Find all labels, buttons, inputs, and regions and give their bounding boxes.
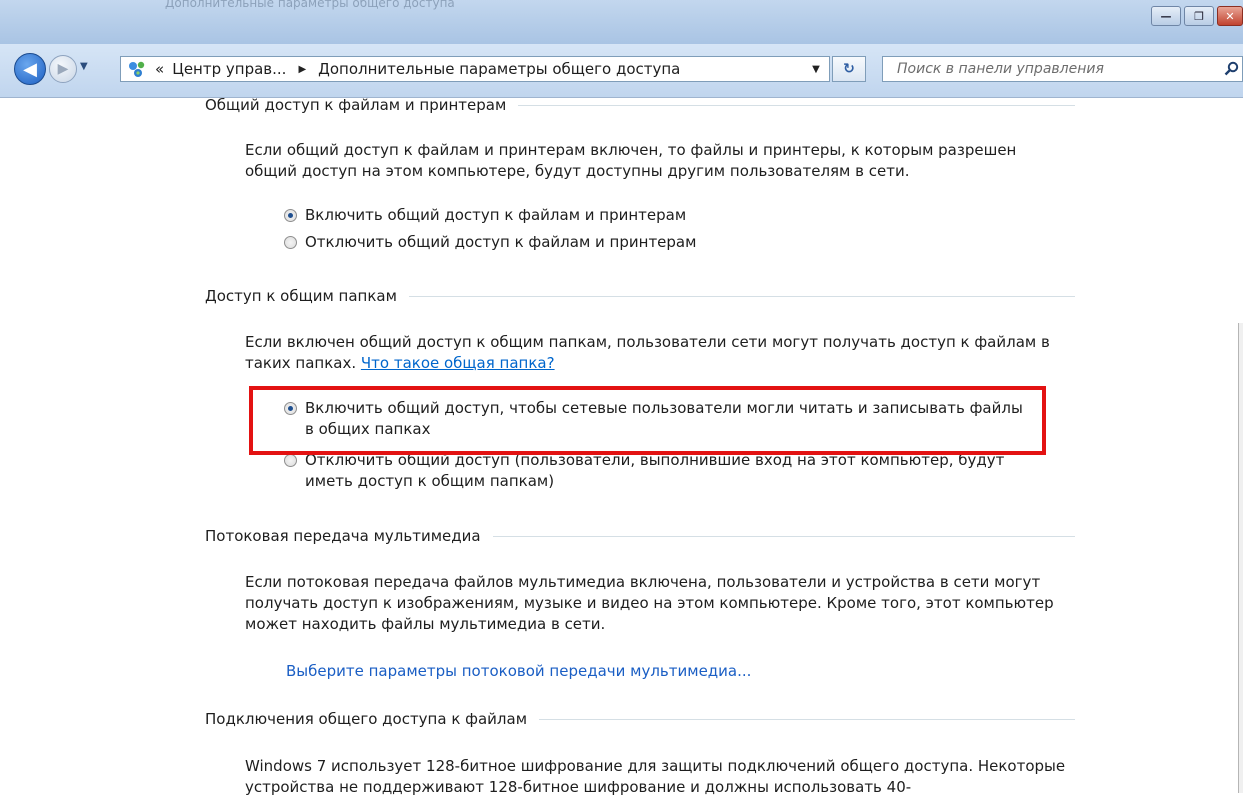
navigation-bar: ◀ ▶ ▼ « Центр управ... ▶ Дополнительные … <box>0 44 1243 98</box>
network-icon <box>127 59 147 79</box>
section-media-streaming: Потоковая передача мультимедиа <box>205 527 1075 545</box>
section-file-printer-sharing: Общий доступ к файлам и принтерам <box>205 96 1075 114</box>
section-public-folder-sharing: Доступ к общим папкам <box>205 287 1075 305</box>
window-controls: — ❐ ✕ <box>1151 6 1243 26</box>
radio-button[interactable] <box>284 454 297 467</box>
section-title: Потоковая передача мультимедиа <box>205 527 481 545</box>
minimize-button[interactable]: — <box>1151 6 1181 26</box>
refresh-button[interactable]: ↻ <box>832 56 866 82</box>
back-button[interactable]: ◀ <box>14 53 46 85</box>
breadcrumb-control-center[interactable]: Центр управ... <box>172 60 286 78</box>
media-streaming-options-link[interactable]: Выберите параметры потоковой передачи му… <box>286 662 751 680</box>
section-divider <box>492 535 1075 537</box>
section-title: Подключения общего доступа к файлам <box>205 710 528 728</box>
section-description: Если потоковая передача файлов мультимед… <box>245 573 1054 633</box>
what-is-public-folder-link[interactable]: Что такое общая папка? <box>361 354 555 372</box>
section-title: Доступ к общим папкам <box>205 287 397 305</box>
settings-content: Общий доступ к файлам и принтерам Если о… <box>0 96 1243 796</box>
option-disable-public-folder-sharing[interactable]: Отключить общий доступ (пользователи, вы… <box>284 450 1024 492</box>
history-dropdown-icon[interactable]: ▼ <box>80 61 88 72</box>
address-overflow-chevron[interactable]: « <box>155 60 164 78</box>
option-label[interactable]: Включить общий доступ к файлам и принтер… <box>305 205 686 226</box>
search-icon[interactable] <box>1224 61 1240 81</box>
section-divider <box>408 295 1075 297</box>
option-label[interactable]: Отключить общий доступ к файлам и принте… <box>305 232 696 253</box>
radio-button[interactable] <box>284 236 297 249</box>
section-divider <box>518 104 1075 106</box>
window-title: Дополнительные параметры общего доступа <box>165 0 455 10</box>
option-disable-file-printer-sharing[interactable]: Отключить общий доступ к файлам и принте… <box>284 232 696 253</box>
option-label[interactable]: Отключить общий доступ (пользователи, вы… <box>305 450 1024 492</box>
breadcrumb-separator-icon[interactable]: ▶ <box>298 64 306 75</box>
search-input[interactable] <box>895 60 1209 78</box>
option-enable-file-printer-sharing[interactable]: Включить общий доступ к файлам и принтер… <box>284 205 686 226</box>
breadcrumb-advanced-sharing[interactable]: Дополнительные параметры общего доступа <box>318 60 680 78</box>
section-title: Общий доступ к файлам и принтерам <box>205 96 507 114</box>
scrollbar[interactable] <box>1238 323 1243 793</box>
section-description: Windows 7 использует 128-битное шифрован… <box>245 757 1066 796</box>
radio-button[interactable] <box>284 209 297 222</box>
red-highlight-box <box>249 386 1046 455</box>
search-box[interactable] <box>882 56 1243 82</box>
title-bar: Дополнительные параметры общего доступа … <box>0 0 1243 44</box>
section-description: Если общий доступ к файлам и принтерам в… <box>245 141 1017 180</box>
address-bar[interactable]: « Центр управ... ▶ Дополнительные параме… <box>120 56 830 82</box>
section-file-sharing-connections: Подключения общего доступа к файлам <box>205 710 1075 728</box>
section-divider <box>539 718 1075 720</box>
close-button[interactable]: ✕ <box>1217 6 1243 26</box>
forward-button[interactable]: ▶ <box>49 55 77 83</box>
address-dropdown-icon[interactable]: ▼ <box>803 57 829 81</box>
maximize-button[interactable]: ❐ <box>1184 6 1214 26</box>
section-description: Если включен общий доступ к общим папкам… <box>245 332 1065 374</box>
